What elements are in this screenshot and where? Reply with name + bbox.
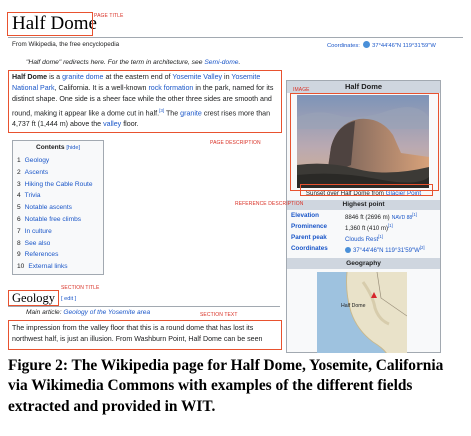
link-geology-of-yosemite[interactable]: Geology of the Yosemite area [63,309,150,316]
toc-item[interactable]: 8 See also [17,240,50,247]
infobox-row-value-text[interactable]: Clouds Rest [345,236,378,243]
toc-item-number: 5 [17,204,21,212]
title-underline [8,37,463,38]
page-title-tag: PAGE TITLE [94,13,124,19]
toc-item-number: 10 [17,263,25,271]
coordinates-label: Coordinates: [327,43,360,49]
toc-item-number: 4 [17,192,21,200]
wikipedia-screenshot: Half Dome PAGE TITLE From Wikipedia, the… [0,0,471,353]
location-map-art [317,272,407,353]
infobox-row-value-text: 8846 ft (2696 m) [345,214,390,222]
toc-header: Contents [hide] [13,144,103,151]
infobox-row-datum[interactable]: NAVD 88 [392,215,412,221]
infobox-row-label: Parent peak [291,234,327,241]
section-title-box [8,290,59,306]
image-box [290,93,439,191]
table-of-contents: Contents [hide] 1 Geology 2 Ascents 3 Hiking … [12,140,104,275]
page-description-tag: PAGE DESCRIPTION [210,140,261,146]
toc-item-number: 1 [17,157,21,164]
toc-item-label[interactable]: Geology [25,157,50,164]
toc-item-number: 2 [17,168,21,176]
coordinates-value[interactable]: 37°44′46″N 119°31′59″W [372,43,436,49]
figure-caption: Figure 2: The Wikipedia page for Half Do… [8,357,444,415]
infobox-row-value: 37°44′46″N 119°31′59″W[2] [345,245,425,254]
toc-item-label[interactable]: In culture [25,228,52,235]
section-edit-link[interactable]: [ edit ] [61,296,76,302]
reference-description-tag: REFERENCE DESCRIPTION [235,201,304,207]
toc-item-label[interactable]: Notable ascents [25,204,72,211]
location-map[interactable]: Half Dome [317,272,407,353]
reference-description-box [300,184,433,196]
toc-item[interactable]: 1 Geology [17,157,49,164]
toc-item[interactable]: 5 Notable ascents [17,204,72,211]
toc-item[interactable]: 6 Notable free climbs [17,216,81,223]
hatnote-suffix: . [238,59,241,66]
toc-item[interactable]: 10 External links [17,263,68,270]
infobox-row-ref[interactable]: [2] [420,245,425,250]
infobox-row-label: Coordinates [291,245,328,252]
toc-item-label[interactable]: See also [25,240,51,247]
infobox-row-ref[interactable]: [1] [378,234,383,239]
infobox-row-value-text: 1,360 ft (410 m) [345,225,389,233]
section-text-box [8,320,282,350]
toc-item-label[interactable]: Hiking the Cable Route [25,181,93,188]
infobox-row-ref[interactable]: [1] [388,223,393,228]
toc-item-label[interactable]: Trivia [25,192,41,199]
toc-item-label[interactable]: References [25,251,59,258]
image-tag: IMAGE [293,87,310,93]
section-underline [8,306,280,307]
toc-item-number: 3 [17,180,21,188]
globe-icon[interactable] [345,247,351,254]
section-text-tag: SECTION TEXT [200,312,238,318]
coordinates: Coordinates: 37°44′46″N 119°31′59″W [327,41,436,49]
section-title-tag: SECTION TITLE [61,285,100,291]
toc-item-number: 9 [17,251,21,259]
toc-item-number: 6 [17,216,21,223]
hatnote-text: "Half dome" redirects here. For the term… [26,59,205,66]
globe-icon[interactable] [362,41,370,48]
toc-item-label[interactable]: Ascents [25,169,48,176]
infobox-row-value-text[interactable]: 37°44′46″N 119°31′59″W [353,247,420,254]
page-description-box [8,70,282,133]
infobox-row-value: 1,360 ft (410 m)[1] [345,223,393,232]
toc-item-label[interactable]: External links [28,263,67,270]
toc-item[interactable]: 9 References [17,251,58,258]
toc-item-number: 8 [17,239,21,247]
map-label: Half Dome [341,303,366,309]
toc-item-label[interactable]: Notable free climbs [25,216,81,223]
infobox-row-value: Clouds Rest[1] [345,234,383,243]
toc-item[interactable]: 4 Trivia [17,192,41,199]
infobox-row-label: Elevation [291,212,319,219]
hatnote: "Half dome" redirects here. For the term… [26,59,240,66]
infobox-geography: Geography [287,258,440,269]
toc-item[interactable]: 2 Ascents [17,169,48,176]
toc-item-number: 7 [17,227,21,235]
page-title-box [7,12,93,36]
hatnote-link[interactable]: Semi-dome [204,59,238,66]
main-article-label: Main article: [26,309,64,316]
toc-hide-link[interactable]: [hide] [66,145,80,151]
infobox-highest-point: Highest point [287,200,440,210]
toc-item[interactable]: 7 In culture [17,228,52,235]
infobox-row-value: 8846 ft (2696 m) NAVD 88[1] [345,212,417,221]
infobox-row-label: Prominence [291,223,328,230]
infobox-row-ref[interactable]: [1] [412,212,417,217]
page-subtitle: From Wikipedia, the free encyclopedia [12,41,120,48]
toc-item[interactable]: 3 Hiking the Cable Route [17,181,92,188]
main-article-note: Main article: Geology of the Yosemite ar… [26,309,150,316]
toc-title: Contents [35,144,65,151]
